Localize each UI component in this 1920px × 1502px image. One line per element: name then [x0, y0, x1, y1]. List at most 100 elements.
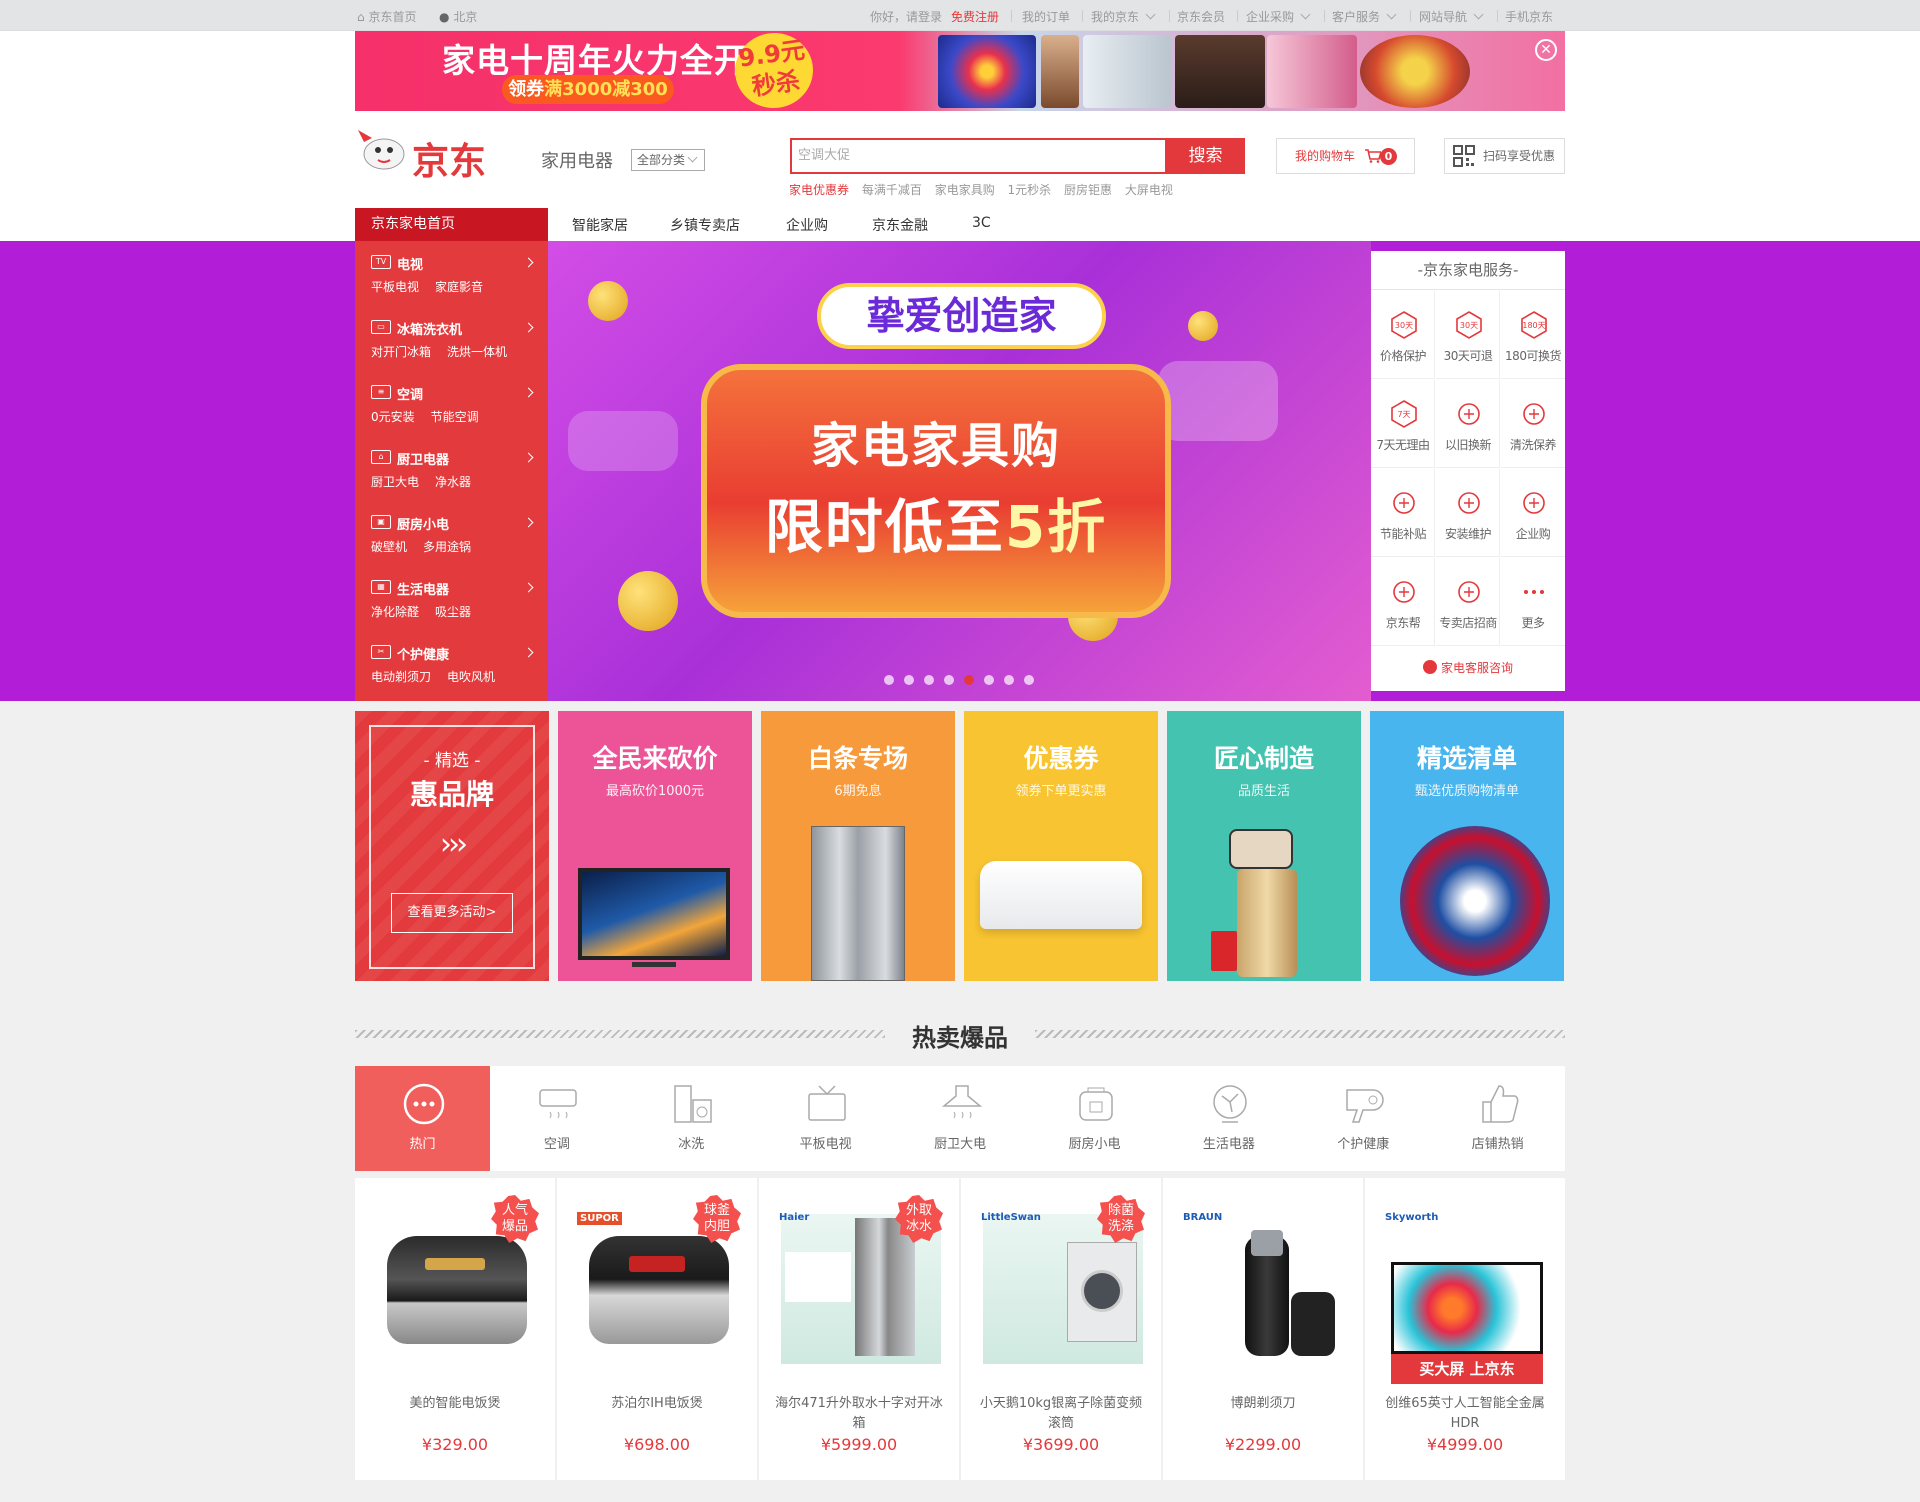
sidebar-sub-link[interactable]: 家庭影音 [435, 280, 483, 294]
hotword-link[interactable]: 每满千减百 [862, 183, 922, 197]
my-orders-link[interactable]: 我的订单 [1022, 8, 1070, 25]
carousel-dot[interactable] [1004, 675, 1014, 685]
hero-carousel[interactable]: 挚爱创造家 家电家具购 限时低至5折 [548, 241, 1371, 701]
sidebar-category[interactable]: ≡ 空调 0元安装 节能空调 [355, 371, 548, 436]
sidebar-sub-link[interactable]: 对开门冰箱 [371, 345, 431, 359]
hot-tab[interactable]: 热门 [355, 1066, 490, 1171]
sidebar-sub-link[interactable]: 净化除醛 [371, 605, 419, 619]
nav-rural-store[interactable]: 乡镇专卖店 [670, 215, 740, 235]
service-item[interactable]: 企业购 [1501, 469, 1565, 557]
service-item[interactable]: 京东帮 [1371, 558, 1435, 646]
brand-promo[interactable]: - 精选 - 惠品牌 ››› 查看更多活动> [355, 711, 549, 981]
carousel-dot[interactable] [1024, 675, 1034, 685]
sidebar-sub-link[interactable]: 平板电视 [371, 280, 419, 294]
hot-tab[interactable]: 店铺热销 [1430, 1066, 1565, 1171]
sidebar-sub-link[interactable]: 吸尘器 [435, 605, 471, 619]
jd-logo-text[interactable]: 京东 [412, 131, 486, 185]
service-item[interactable]: 7天 7天无理由 [1371, 380, 1435, 468]
hotword-link[interactable]: 厨房钜惠 [1064, 183, 1112, 197]
search-button[interactable]: 搜索 [1166, 138, 1245, 174]
hot-tab[interactable]: 个护健康 [1296, 1066, 1431, 1171]
service-item[interactable]: 安装维护 [1436, 469, 1500, 557]
service-item[interactable]: 更多 [1501, 558, 1565, 646]
nav-enterprise[interactable]: 企业购 [786, 215, 828, 235]
service-item[interactable]: 清洗保养 [1501, 380, 1565, 468]
location-selector[interactable]: ● 北京 [439, 8, 477, 25]
hotword-link[interactable]: 1元秒杀 [1008, 183, 1052, 197]
sidebar-category[interactable]: ⌂ 厨卫电器 厨卫大电 净水器 [355, 436, 548, 501]
service-item[interactable]: 180天 180可换货 [1501, 291, 1565, 379]
search-input[interactable]: 空调大促 [790, 138, 1167, 174]
hot-tab[interactable]: 平板电视 [758, 1066, 893, 1171]
my-jd-link[interactable]: 我的京东 [1091, 8, 1156, 25]
nav-smart-home[interactable]: 智能家居 [572, 215, 628, 235]
qr-promo-button[interactable]: 扫码享受优惠 [1444, 138, 1565, 174]
sidebar-category[interactable]: ▣ 厨房小电 破壁机 多用途锅 [355, 501, 548, 566]
sidebar-sub-link[interactable]: 厨卫大电 [371, 475, 419, 489]
carousel-dot[interactable] [924, 675, 934, 685]
sidebar-sub-link[interactable]: 0元安装 [371, 410, 415, 424]
sidebar-category[interactable]: TV 电视 平板电视 家庭影音 [355, 241, 548, 306]
sidebar-sub-link[interactable]: 电动剃须刀 [371, 670, 431, 684]
product-card[interactable]: LittleSwan 除菌洗涤 小天鹅10kg银离子除菌变频滚筒 ¥3699.00 [961, 1178, 1161, 1480]
carousel-dot[interactable] [984, 675, 994, 685]
sidebar-category[interactable]: ▦ 生活电器 净化除醛 吸尘器 [355, 566, 548, 631]
customer-service-link[interactable]: 客户服务 [1332, 8, 1397, 25]
promo-card[interactable]: 全民来砍价 最高砍价1000元 [558, 711, 752, 981]
hot-tab[interactable]: 厨卫大电 [893, 1066, 1028, 1171]
service-item[interactable]: 30天 价格保护 [1371, 291, 1435, 379]
service-item[interactable]: 30天 30天可退 [1436, 291, 1500, 379]
product-card[interactable]: 人气爆品 美的智能电饭煲 ¥329.00 [355, 1178, 555, 1480]
service-item[interactable]: 专卖店招商 [1436, 558, 1500, 646]
sidebar-sub-link[interactable]: 多用途锅 [423, 540, 471, 554]
service-consult-link[interactable]: 家电客服咨询 [1371, 645, 1565, 691]
hotword-link[interactable]: 家电家具购 [935, 183, 995, 197]
nav-jd-finance[interactable]: 京东金融 [872, 215, 928, 235]
sidebar-sub-link[interactable]: 破壁机 [371, 540, 407, 554]
login-link[interactable]: 你好，请登录 [870, 8, 942, 25]
cart-button[interactable]: 我的购物车 0 [1276, 138, 1415, 174]
promo-card[interactable]: 白条专场 6期免息 [761, 711, 955, 981]
promo-card[interactable]: 精选清单 甄选优质购物清单 [1370, 711, 1564, 981]
hot-tab[interactable]: 空调 [489, 1066, 624, 1171]
jd-home-link[interactable]: ⌂ 京东首页 [357, 8, 416, 25]
product-card[interactable]: BRAUN 博朗剃须刀 ¥2299.00 [1163, 1178, 1363, 1480]
register-link[interactable]: 免费注册 [951, 8, 999, 25]
product-name[interactable]: 小天鹅10kg银离子除菌变频滚筒 [975, 1394, 1147, 1434]
ad-banner[interactable]: 家电十周年火力全开 领券满3000减300 9.9元 秒杀 ✕ [355, 31, 1565, 111]
product-name[interactable]: 海尔471升外取水十字对开冰箱 [773, 1394, 945, 1434]
product-card[interactable]: SUPOR 球釜内胆 苏泊尔IH电饭煲 ¥698.00 [557, 1178, 757, 1480]
service-item[interactable]: 以旧换新 [1436, 380, 1500, 468]
jd-member-link[interactable]: 京东会员 [1177, 8, 1225, 25]
hot-tab[interactable]: 冰洗 [624, 1066, 759, 1171]
sidebar-sub-link[interactable]: 节能空调 [431, 410, 479, 424]
sidebar-category[interactable]: ✂ 个护健康 电动剃须刀 电吹风机 [355, 631, 548, 696]
mobile-jd-link[interactable]: 手机京东 [1505, 8, 1553, 25]
hot-tab[interactable]: 厨房小电 [1027, 1066, 1162, 1171]
product-name[interactable]: 博朗剃须刀 [1177, 1394, 1349, 1414]
product-card[interactable]: Skyworth 买大屏 上京东 创维65英寸人工智能全金属HDR ¥4999.00 [1365, 1178, 1565, 1480]
close-icon[interactable]: ✕ [1535, 39, 1557, 61]
site-nav-link[interactable]: 网站导航 [1419, 8, 1484, 25]
product-name[interactable]: 创维65英寸人工智能全金属HDR [1379, 1394, 1551, 1434]
nav-home-tab[interactable]: 京东家电首页 [355, 208, 548, 241]
more-activities-button[interactable]: 查看更多活动> [391, 893, 513, 933]
product-name[interactable]: 美的智能电饭煲 [369, 1394, 541, 1414]
hotword-link[interactable]: 大屏电视 [1125, 183, 1173, 197]
category-select[interactable]: 全部分类 [631, 149, 705, 171]
carousel-dot[interactable] [964, 675, 974, 685]
sidebar-sub-link[interactable]: 电吹风机 [447, 670, 495, 684]
carousel-dot[interactable] [944, 675, 954, 685]
sidebar-sub-link[interactable]: 洗烘一体机 [447, 345, 507, 359]
sidebar-sub-link[interactable]: 净水器 [435, 475, 471, 489]
carousel-dot[interactable] [884, 675, 894, 685]
promo-card[interactable]: 匠心制造 品质生活 [1167, 711, 1361, 981]
carousel-dot[interactable] [904, 675, 914, 685]
product-card[interactable]: Haier 外取冰水 海尔471升外取水十字对开冰箱 ¥5999.00 [759, 1178, 959, 1480]
nav-3c[interactable]: 3C [972, 215, 991, 231]
sidebar-category[interactable]: ▭ 冰箱洗衣机 对开门冰箱 洗烘一体机 [355, 306, 548, 371]
product-name[interactable]: 苏泊尔IH电饭煲 [571, 1394, 743, 1414]
promo-card[interactable]: 优惠券 领券下单更实惠 [964, 711, 1158, 981]
enterprise-purchase-link[interactable]: 企业采购 [1246, 8, 1311, 25]
hotword-link[interactable]: 家电优惠券 [789, 183, 849, 197]
